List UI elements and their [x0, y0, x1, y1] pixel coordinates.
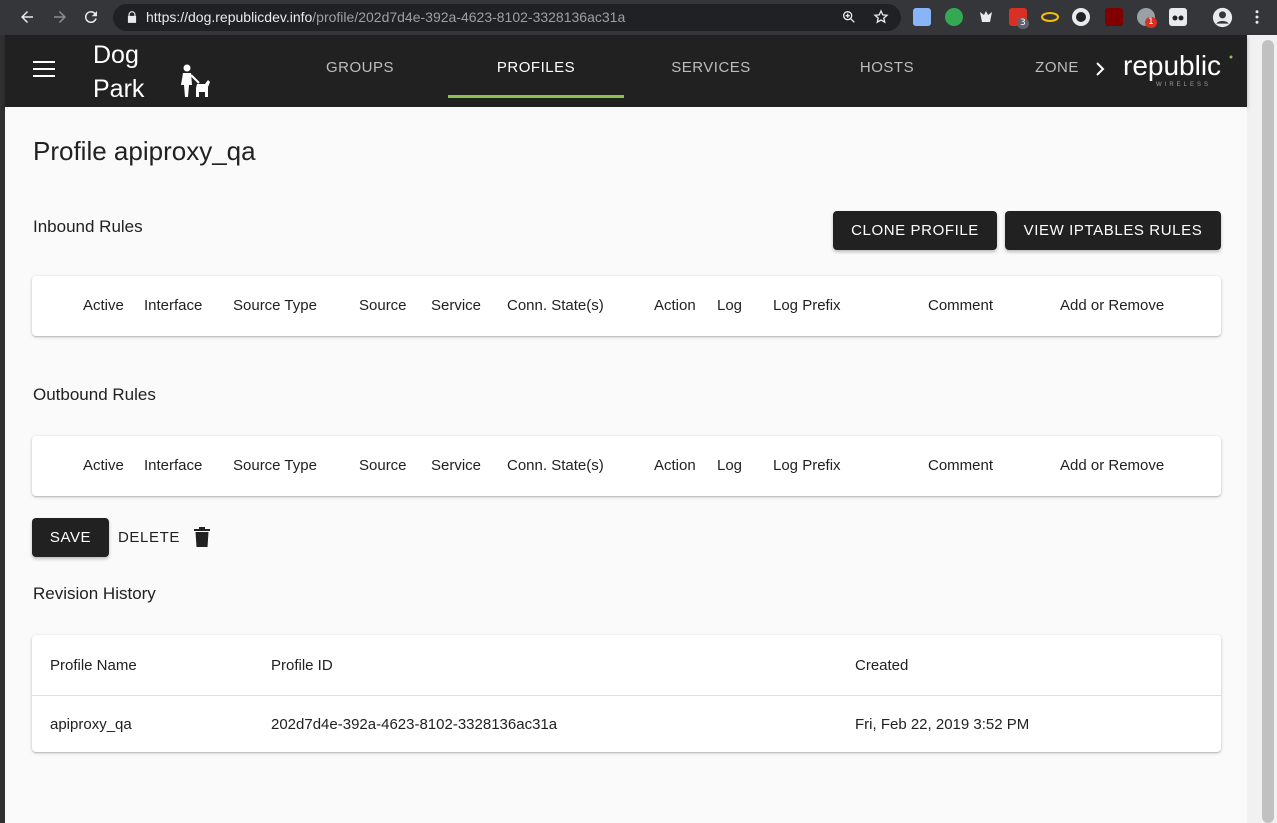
inbound-col-source: Source [359, 297, 407, 314]
chevron-right-icon[interactable] [1093, 60, 1107, 78]
revision-profile-name: apiproxy_qa [50, 716, 132, 733]
extension-1-icon[interactable] [913, 8, 931, 26]
outbound-col-log: Log [717, 457, 743, 474]
revision-col-profile-name: Profile Name [50, 657, 137, 674]
tab-profiles[interactable]: PROFILES [448, 35, 624, 99]
inbound-col-log: Log [717, 297, 743, 314]
tab-hosts[interactable]: HOSTS [835, 35, 939, 99]
inbound-rules-table: Active Interface Source Type Source Serv… [32, 276, 1221, 336]
extension-8-icon[interactable]: 1 [1137, 8, 1157, 28]
active-tab-indicator [448, 95, 624, 98]
lock-icon[interactable] [125, 10, 139, 24]
browser-toolbar: https://dog.republicdev.info/profile/202… [0, 0, 1277, 35]
inbound-col-add-remove: Add or Remove [1060, 297, 1165, 314]
zoom-icon[interactable] [841, 9, 857, 25]
outbound-col-service: Service [431, 457, 482, 474]
brand-line-2: Park [93, 75, 145, 103]
revision-created: Fri, Feb 22, 2019 3:52 PM [855, 716, 1030, 733]
outbound-col-source: Source [359, 457, 407, 474]
outbound-col-add-remove: Add or Remove [1060, 457, 1165, 474]
extension-5-icon[interactable] [1041, 8, 1059, 26]
account-icon[interactable] [1212, 7, 1233, 28]
revision-profile-id: 202d7d4e-392a-4623-8102-3328136ac31a [271, 716, 558, 733]
save-button[interactable]: SAVE [32, 518, 109, 557]
trash-icon[interactable] [193, 526, 211, 548]
tab-groups[interactable]: GROUPS [305, 35, 415, 99]
inbound-col-service: Service [431, 297, 482, 314]
revision-col-profile-id: Profile ID [271, 657, 333, 674]
clone-profile-button[interactable]: CLONE PROFILE [833, 211, 997, 250]
bookmark-star-icon[interactable] [873, 9, 889, 25]
reload-icon[interactable] [80, 6, 102, 28]
extension-6-icon[interactable] [1072, 8, 1090, 26]
revision-history-title: Revision History [33, 584, 156, 603]
back-icon[interactable] [16, 6, 38, 28]
extension-2-icon[interactable] [945, 8, 963, 26]
republic-wireless-logo: republic WIRELESS [1123, 51, 1233, 88]
address-bar[interactable]: https://dog.republicdev.info/profile/202… [113, 4, 901, 31]
delete-button[interactable]: DELETE [118, 529, 180, 546]
revision-col-created: Created [855, 657, 909, 674]
outbound-col-interface: Interface [144, 457, 203, 474]
brand-line-1: Dog [93, 41, 139, 69]
forward-icon[interactable] [49, 6, 71, 28]
outbound-col-conn-states: Conn. State(s) [507, 457, 604, 474]
outbound-col-log-prefix: Log Prefix [773, 457, 841, 474]
menu-icon[interactable] [33, 61, 55, 79]
scrollbar-thumb[interactable] [1262, 40, 1274, 823]
view-iptables-rules-button[interactable]: VIEW IPTABLES RULES [1005, 211, 1221, 250]
ublock-icon[interactable] [1105, 8, 1123, 26]
table-divider [32, 695, 1221, 696]
inbound-col-conn-states: Conn. State(s) [507, 297, 604, 314]
inbound-col-log-prefix: Log Prefix [773, 297, 841, 314]
tab-services[interactable]: SERVICES [645, 35, 777, 99]
extension-3-icon[interactable] [977, 8, 995, 26]
inbound-col-interface: Interface [144, 297, 203, 314]
extension-9-icon[interactable] [1169, 8, 1187, 26]
dog-walker-icon [181, 64, 210, 97]
outbound-col-comment: Comment [928, 457, 994, 474]
url-text: https://dog.republicdev.info/profile/202… [146, 9, 626, 25]
outbound-rules-table: Active Interface Source Type Source Serv… [32, 436, 1221, 496]
inbound-col-action: Action [654, 297, 696, 314]
more-vert-icon[interactable] [1248, 8, 1266, 26]
page-title: Profile apiproxy_qa [33, 136, 256, 166]
inbound-col-active: Active [83, 297, 124, 314]
tab-zone[interactable]: ZONE [1025, 35, 1089, 99]
extension-4-icon[interactable]: 3 [1009, 8, 1029, 29]
logo-text: republic [1123, 51, 1221, 81]
app-bar: Dog Park GROUPS PROFILES SERVICES HOSTS … [5, 35, 1247, 107]
inbound-col-source-type: Source Type [233, 297, 317, 314]
brand-title: Dog Park [93, 38, 144, 106]
outbound-col-action: Action [654, 457, 696, 474]
extension-8-badge: 1 [1145, 17, 1157, 28]
main-content: Profile apiproxy_qa Inbound Rules CLONE … [5, 107, 1247, 823]
outbound-col-source-type: Source Type [233, 457, 317, 474]
revision-history-table: Profile Name Profile ID Created apiproxy… [32, 635, 1221, 752]
logo-subtext: WIRELESS [1156, 82, 1211, 88]
outbound-rules-title: Outbound Rules [33, 385, 156, 404]
extension-4-badge: 3 [1017, 18, 1029, 29]
inbound-rules-title: Inbound Rules [33, 217, 143, 236]
inbound-col-comment: Comment [928, 297, 994, 314]
outbound-col-active: Active [83, 457, 124, 474]
